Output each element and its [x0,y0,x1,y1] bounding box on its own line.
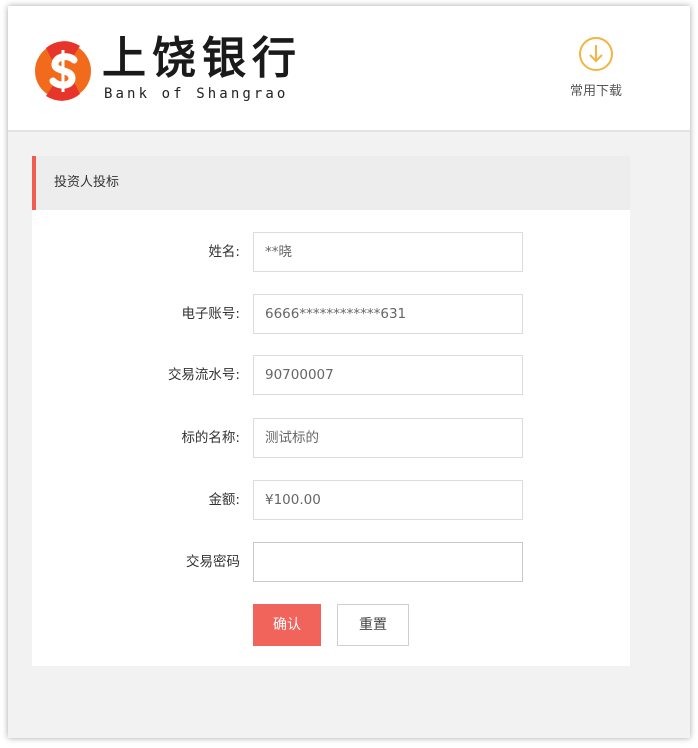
password-input[interactable] [265,543,515,581]
download-icon [579,37,613,71]
password-label: 交易密码 [186,554,240,570]
serial-label: 交易流水号: [167,367,240,383]
form-title: 投资人投标 [54,175,120,190]
bank-name-chinese: 上饶银行 [102,33,302,84]
bank-logo: 上饶银行 Bank of Shangrao [32,34,302,104]
serial-row: 交易流水号: 90700007 [32,355,630,395]
page-header: 上饶银行 Bank of Shangrao 常用下载 [8,6,690,132]
amount-field: ¥100.00 [253,480,523,520]
bid-form-card: 投资人投标 姓名: **晓 电子账号: 6666************631 … [32,156,630,666]
bank-name-english: Bank of Shangrao [104,86,289,102]
bank-logo-mark-icon [35,41,91,101]
confirm-button[interactable]: 确认 [253,604,321,646]
common-download-link[interactable]: 常用下载 [556,36,636,106]
target-name-label: 标的名称: [181,430,240,446]
account-row: 电子账号: 6666************631 [32,294,630,334]
name-field: **晓 [253,232,523,272]
target-name-row: 标的名称: 测试标的 [32,418,630,458]
serial-field: 90700007 [253,355,523,395]
browser-frame: 上饶银行 Bank of Shangrao 常用下载 投资人投标 姓名: **晓… [8,6,690,738]
form-header: 投资人投标 [32,156,630,210]
target-name-field: 测试标的 [253,418,523,458]
name-label: 姓名: [208,244,240,260]
reset-button[interactable]: 重置 [337,604,409,646]
account-field: 6666************631 [253,294,523,334]
amount-label: 金额: [208,492,240,508]
password-row: 交易密码 [32,542,630,582]
name-row: 姓名: **晓 [32,232,630,272]
password-input-wrapper [253,542,523,582]
account-label: 电子账号: [181,306,240,322]
download-label: 常用下载 [569,84,622,99]
amount-row: 金额: ¥100.00 [32,480,630,520]
